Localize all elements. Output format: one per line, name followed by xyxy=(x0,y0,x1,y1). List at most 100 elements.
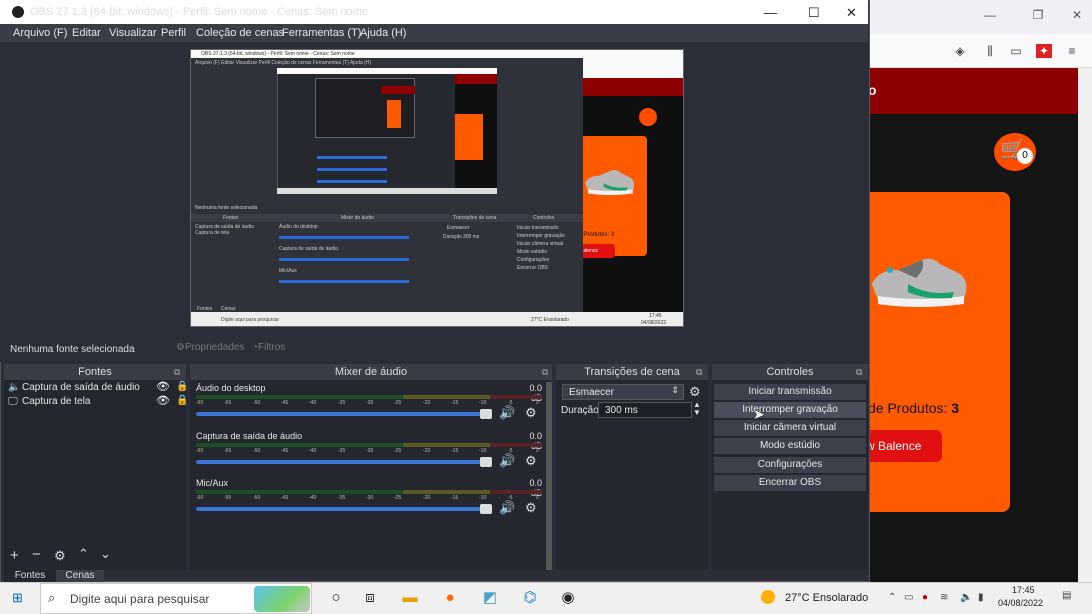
exit-obs-button[interactable]: Encerrar OBS xyxy=(714,475,866,491)
firefox-icon[interactable]: ● xyxy=(440,588,460,608)
add-source-icon[interactable]: + xyxy=(10,547,19,564)
volume-icon[interactable]: 🔊 xyxy=(499,453,515,469)
mixer-scrollbar[interactable] xyxy=(546,382,552,570)
library-icon[interactable]: ⫼ xyxy=(982,44,998,58)
volume-slider-thumb[interactable] xyxy=(480,457,492,467)
source-item-screen[interactable]: 🖵 Captura de tela xyxy=(8,396,90,410)
file-explorer-icon[interactable]: ▬ xyxy=(400,588,420,608)
volume-icon[interactable]: 🔊 xyxy=(499,500,515,516)
meter-tick-label: -20 xyxy=(423,400,431,406)
nested-ctrl-4: Modo estúdio xyxy=(517,249,548,255)
sources-dock-title: Fontes xyxy=(4,364,186,380)
volume-slider-thumb[interactable] xyxy=(480,409,492,419)
menu-perfil[interactable]: Perfil xyxy=(161,27,186,39)
lock-icon[interactable]: 🔒 xyxy=(176,381,188,392)
channel-settings-icon[interactable]: ⚙ xyxy=(525,405,537,421)
clock-time[interactable]: 17:45 xyxy=(1012,585,1035,595)
transition-settings-icon[interactable]: ⚙ xyxy=(689,384,701,400)
meter-tick-label: -45 xyxy=(281,495,289,501)
menu-arquivo[interactable]: Arquivo (F) xyxy=(13,27,67,39)
vscode-icon[interactable]: ⌬ xyxy=(520,588,540,608)
menu-visualizar[interactable]: Visualizar xyxy=(109,27,157,39)
tab-cenas[interactable]: Cenas xyxy=(56,570,104,582)
source-settings-icon[interactable]: ⚙ xyxy=(54,548,66,564)
lock-icon[interactable]: 🔒 xyxy=(176,395,188,406)
files-icon[interactable]: ◩ xyxy=(480,588,500,608)
tray-chevron-icon[interactable]: ⌃ xyxy=(888,592,896,603)
duration-input[interactable]: 300 ms xyxy=(598,402,692,418)
visibility-eye-icon[interactable]: 👁 xyxy=(156,380,170,393)
menu-ferramentas[interactable]: Ferramentas (T) xyxy=(282,27,361,39)
nested-ctrl-6: Encerrar OBS xyxy=(517,265,549,271)
volume-slider[interactable] xyxy=(196,460,492,464)
stop-recording-button[interactable]: Interromper gravação xyxy=(714,402,866,418)
obs-maximize-icon[interactable]: ☐ xyxy=(808,5,820,21)
menu-ajuda[interactable]: Ajuda (H) xyxy=(360,27,406,39)
meter-tick-label: -25 xyxy=(394,448,402,454)
close-icon[interactable]: ✕ xyxy=(1070,8,1084,22)
notification-icon[interactable]: ▤ xyxy=(1062,590,1071,601)
channel-settings-icon[interactable]: ⚙ xyxy=(525,500,537,516)
meter-tick-label: -45 xyxy=(281,400,289,406)
properties-button[interactable]: ⚙Propriedades xyxy=(176,342,244,356)
preview-frame[interactable]: de Produtos: 3 w Balence OBS 27.1.3 (64-… xyxy=(190,49,684,327)
task-view-icon[interactable]: ⧈ xyxy=(360,588,380,608)
menu-colecao-cenas[interactable]: Coleção de cenas xyxy=(196,27,284,39)
filters-button[interactable]: ◔Filtros xyxy=(252,342,285,356)
browser-scrollbar[interactable] xyxy=(1078,68,1092,582)
meter-tick-label: -60 xyxy=(196,400,204,406)
weather-text[interactable]: 27°C Ensolarado xyxy=(785,592,868,604)
meter-tick-label: -10 xyxy=(479,448,487,454)
controls-float-icon[interactable]: ⧉ xyxy=(856,367,862,378)
visibility-eye-icon[interactable]: 👁 xyxy=(156,394,170,407)
obs-close-icon[interactable]: ✕ xyxy=(846,5,857,21)
nested-mixer-title: Mixer de áudio xyxy=(341,215,374,221)
speaker-icon: 🔈 xyxy=(8,382,21,393)
transitions-dock-title: Transições de cena xyxy=(556,364,708,380)
tab-fontes[interactable]: Fontes xyxy=(4,570,56,582)
source-item-audio[interactable]: 🔈 Captura de saída de áudio xyxy=(8,382,140,396)
volume-icon[interactable]: 🔊 xyxy=(499,405,515,421)
tray-record-icon[interactable]: ● xyxy=(922,592,928,603)
tray-keyboard-icon[interactable]: ▭ xyxy=(904,592,913,603)
meter-tick-label: -15 xyxy=(451,448,459,454)
menu-editar[interactable]: Editar xyxy=(72,27,101,39)
obs-minimize-icon[interactable]: — xyxy=(764,5,777,20)
weather-sun-icon[interactable] xyxy=(761,590,775,604)
minimize-icon[interactable]: — xyxy=(983,8,997,22)
menu-icon[interactable]: ≡ xyxy=(1064,44,1080,58)
windows-start-icon[interactable]: ⊞ xyxy=(12,591,26,605)
clock-date[interactable]: 04/08/2022 xyxy=(998,598,1043,608)
sources-float-icon[interactable]: ⧉ xyxy=(174,367,180,378)
volume-slider[interactable] xyxy=(196,412,492,416)
channel-settings-icon[interactable]: ⚙ xyxy=(525,453,537,469)
tray-battery-icon[interactable]: ▮ xyxy=(978,592,984,603)
duration-stepper[interactable]: ▲ ▼ xyxy=(693,401,701,417)
settings-button[interactable]: Configurações xyxy=(714,457,866,473)
start-streaming-button[interactable]: Iniciar transmissão xyxy=(714,384,866,400)
obs-icon[interactable]: ◉ xyxy=(558,588,578,608)
updown-icon: ⇕ xyxy=(671,385,679,395)
cortana-icon[interactable]: ○ xyxy=(326,588,346,608)
nested-source-2: Captura de tela xyxy=(195,230,230,236)
volume-slider[interactable] xyxy=(196,507,492,511)
move-up-icon[interactable]: ⌃ xyxy=(78,546,89,562)
shoe-image xyxy=(872,258,967,307)
tray-wifi-icon[interactable]: ≋ xyxy=(940,592,948,603)
sidebar-icon[interactable]: ▭ xyxy=(1008,44,1024,58)
move-down-icon[interactable]: ⌄ xyxy=(100,546,111,562)
tray-volume-icon[interactable]: 🔈 xyxy=(960,592,972,603)
extension-icon[interactable]: ✦ xyxy=(1036,44,1052,58)
volume-slider-thumb[interactable] xyxy=(480,504,492,514)
meter-tick-label: -45 xyxy=(281,448,289,454)
mixer-float-icon[interactable]: ⧉ xyxy=(542,367,548,378)
start-virtual-camera-button[interactable]: Iniciar câmera virtual xyxy=(714,420,866,436)
restore-icon[interactable]: ❐ xyxy=(1031,8,1045,22)
studio-mode-button[interactable]: Modo estúdio xyxy=(714,438,866,454)
product-button[interactable]: w Balence xyxy=(866,430,942,462)
transitions-float-icon[interactable]: ⧉ xyxy=(696,367,702,378)
pocket-icon[interactable]: ◈ xyxy=(952,44,968,58)
transition-select[interactable]: Esmaecer ⇕ xyxy=(562,384,684,400)
meter-ticks: -60 -55 -50 -45 -40 -35 -30 -25 -20 -15 -10 -5 0 xyxy=(196,448,542,456)
remove-source-icon[interactable]: − xyxy=(32,546,41,563)
